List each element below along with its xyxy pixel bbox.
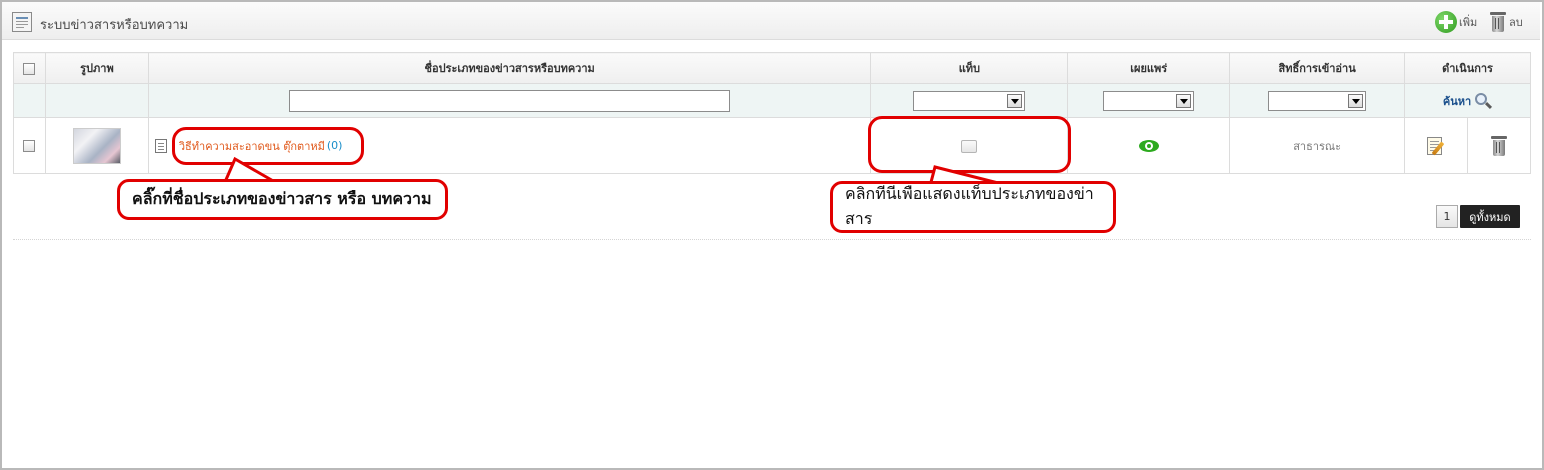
page-number-button[interactable]: 1	[1436, 205, 1458, 228]
filter-row: ค้นหา	[13, 83, 1531, 118]
plus-icon	[1435, 11, 1457, 33]
select-all-cell	[13, 52, 46, 84]
divider	[13, 239, 1531, 240]
header-name: ชื่อประเภทของข่าวสารหรือบทความ	[147, 52, 872, 84]
panel-header: ระบบข่าวสารหรือบทความ เพิ่ม ลบ	[2, 2, 1540, 40]
panel-title: ระบบข่าวสารหรือบทความ	[40, 18, 189, 33]
callout-article-name-text: คลิ๊กที่ชื่อประเภทของข่าวสาร หรือ บทความ	[132, 189, 432, 208]
view-all-button[interactable]: ดูทั้งหมด	[1460, 205, 1520, 228]
callout-tab: คลิกทีนีเพือแสดงแท็บประเภทของข่าสาร	[830, 181, 1116, 233]
header-publish: เผยแพร่	[1067, 52, 1231, 84]
callout-article-name: คลิ๊กที่ชื่อประเภทของข่าวสาร หรือ บทความ	[117, 179, 448, 220]
add-label: เพิ่ม	[1459, 16, 1478, 29]
tab-filter-select[interactable]	[913, 90, 1026, 111]
delete-label: ลบ	[1509, 16, 1523, 29]
header-access: สิทธิ์การเข้าอ่าน	[1229, 52, 1406, 84]
chevron-down-icon	[1348, 93, 1364, 108]
edit-icon[interactable]	[1426, 135, 1446, 157]
header-image: รูปภาพ	[44, 52, 149, 84]
row-checkbox[interactable]	[23, 140, 36, 152]
add-button[interactable]: เพิ่ม	[1435, 11, 1477, 33]
search-button[interactable]: ค้นหา	[1442, 92, 1493, 110]
name-filter-input[interactable]	[289, 89, 731, 112]
document-icon	[154, 138, 167, 153]
chevron-down-icon	[1176, 93, 1192, 108]
trash-icon	[1489, 11, 1507, 33]
access-filter-select[interactable]	[1268, 90, 1367, 111]
access-level: สาธารณะ	[1293, 139, 1342, 153]
search-label: ค้นหา	[1442, 94, 1472, 108]
row-delete-icon[interactable]	[1490, 135, 1508, 157]
search-icon	[1474, 92, 1493, 110]
header-actions: ดำเนินการ	[1404, 52, 1531, 84]
table-header-row: รูปภาพ ชื่อประเภทของข่าวสารหรือบทความ แท…	[13, 52, 1531, 84]
publish-filter-select[interactable]	[1103, 90, 1195, 111]
news-panel-icon	[12, 12, 32, 32]
chevron-down-icon	[1007, 93, 1023, 108]
callout-tab-text: คลิกทีนีเพือแสดงแท็บประเภทของข่าสาร	[845, 184, 1094, 228]
header-tab: แท็บ	[870, 52, 1069, 84]
eye-icon[interactable]	[1138, 140, 1159, 152]
select-all-checkbox[interactable]	[23, 62, 36, 75]
delete-button[interactable]: ลบ	[1489, 11, 1523, 33]
article-thumbnail[interactable]	[72, 127, 121, 164]
